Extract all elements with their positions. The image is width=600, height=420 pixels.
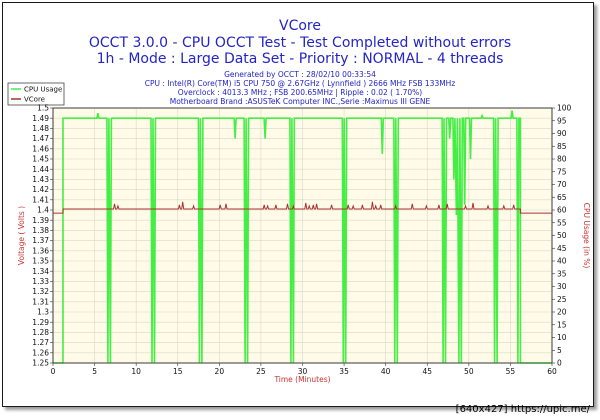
y-right-tick-label: 45 (557, 244, 567, 253)
info-line-overclock: Overclock : 4013.3 MHz ; FSB 200.65MHz |… (178, 88, 422, 97)
info-line-generated: Generated by OCCT : 28/02/10 00:33:54 (224, 70, 376, 79)
y-left-tick-label: 1.49 (32, 114, 49, 123)
y-left-tick-label: 1.47 (32, 134, 49, 143)
y-left-tick-label: 1.37 (32, 236, 49, 245)
y-right-tick-label: 25 (557, 295, 567, 304)
x-tick-label: 5 (92, 367, 97, 376)
chart-subtitle-1: OCCT 3.0.0 - CPU OCCT Test - Test Comple… (89, 35, 511, 51)
y-left-tick-label: 1.4 (37, 206, 49, 215)
x-tick-label: 15 (173, 367, 183, 376)
y-left-tick-label: 1.29 (32, 318, 49, 327)
y-left-tick-label: 1.44 (32, 165, 49, 174)
y-left-tick-label: 1.46 (32, 144, 49, 153)
y-right-tick-label: 100 (557, 104, 572, 113)
y-right-tick-label: 50 (557, 231, 567, 240)
y-left-tick-label: 1.28 (32, 328, 49, 337)
y-left-tick-label: 1.5 (37, 104, 49, 113)
y-right-tick-label: 30 (557, 282, 567, 291)
y-right-tick-label: 60 (557, 206, 567, 215)
y-left-tick-label: 1.36 (32, 246, 49, 255)
x-tick-label: 35 (339, 367, 349, 376)
y-left-tick-label: 1.32 (32, 287, 49, 296)
x-tick-label: 45 (422, 367, 432, 376)
image-credit: [640x427] https://upic.me/ (456, 404, 591, 415)
y-left-tick-label: 1.42 (32, 185, 49, 194)
y-right-tick-label: 95 (557, 116, 567, 125)
y-right-tick-label: 55 (557, 218, 567, 227)
y-axis-label-left: Voltage ( Volts ) (17, 206, 26, 265)
y-right-tick-label: 20 (557, 308, 567, 317)
y-left-tick-label: 1.38 (32, 226, 49, 235)
legend-label-cpu-usage: CPU Usage (24, 86, 62, 94)
y-left-tick-label: 1.43 (32, 175, 49, 184)
x-tick-label: 55 (506, 367, 516, 376)
y-right-tick-label: 40 (557, 257, 567, 266)
y-left-tick-label: 1.34 (32, 267, 49, 276)
y-right-tick-label: 5 (557, 346, 562, 355)
legend: CPU Usage VCore (7, 82, 65, 106)
y-left-tick-label: 1.39 (32, 216, 49, 225)
chart-subtitle-2: 1h - Mode : Large Data Set - Priority : … (97, 51, 504, 67)
y-left-tick-label: 1.3 (37, 308, 49, 317)
y-left-tick-label: 1.48 (32, 124, 49, 133)
y-left-tick-label: 1.25 (32, 359, 49, 368)
info-line-motherboard: Motherboard Brand :ASUSTeK Computer INC.… (170, 97, 431, 106)
y-right-tick-label: 65 (557, 193, 567, 202)
y-right-tick-label: 15 (557, 320, 567, 329)
y-left-tick-label: 1.27 (32, 338, 49, 347)
y-right-tick-label: 85 (557, 142, 567, 151)
y-right-tick-label: 75 (557, 167, 567, 176)
y-left-tick-label: 1.33 (32, 277, 49, 286)
y-right-tick-label: 10 (557, 333, 567, 342)
y-right-tick-label: 35 (557, 269, 567, 278)
y-right-tick-label: 90 (557, 129, 567, 138)
x-tick-label: 10 (131, 367, 141, 376)
y-left-tick-label: 1.35 (32, 257, 49, 266)
x-tick-label: 20 (215, 367, 225, 376)
y-right-tick-label: 0 (557, 359, 562, 368)
x-tick-label: 60 (547, 367, 557, 376)
legend-label-vcore: VCore (24, 96, 45, 104)
x-axis-label: Time (Minutes) (273, 375, 330, 384)
chart-title: VCore (279, 18, 321, 34)
y-left-tick-label: 1.41 (32, 195, 49, 204)
y-right-tick-label: 80 (557, 155, 567, 164)
x-tick-label: 40 (381, 367, 391, 376)
y-left-tick-label: 1.45 (32, 155, 49, 164)
x-tick-label: 50 (464, 367, 474, 376)
y-left-tick-label: 1.26 (32, 348, 49, 357)
chart-svg: VCore OCCT 3.0.0 - CPU OCCT Test - Test … (7, 18, 591, 415)
y-right-tick-label: 70 (557, 180, 567, 189)
info-line-cpu: CPU : Intel(R) Core(TM) i5 CPU 750 @ 2.6… (145, 79, 456, 88)
x-tick-label: 0 (51, 367, 56, 376)
y-left-tick-label: 1.31 (32, 297, 49, 306)
x-tick-label: 25 (256, 367, 266, 376)
y-axis-label-right: CPU Usage (in %) (582, 203, 591, 269)
